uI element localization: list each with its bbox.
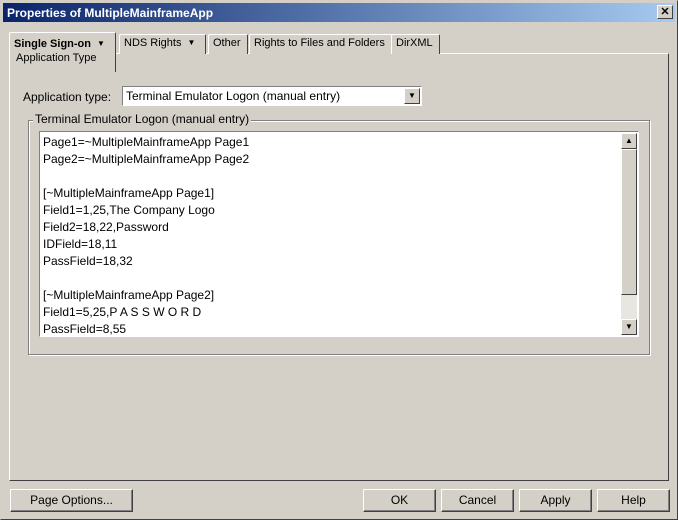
tab-dirxml[interactable]: DirXML	[391, 34, 440, 54]
script-line: Page1=~MultipleMainframeApp Page1	[43, 135, 250, 149]
scroll-up-icon[interactable]: ▲	[621, 133, 637, 149]
subtab-application-type[interactable]: Application Type	[14, 52, 111, 64]
logon-script-textarea[interactable]: Page1=~MultipleMainframeApp Page1 Page2=…	[39, 131, 639, 337]
groupbox-title: Terminal Emulator Logon (manual entry)	[33, 112, 252, 126]
script-line	[43, 168, 249, 185]
script-line: [~MultipleMainframeApp Page1]	[43, 186, 215, 200]
cancel-button[interactable]: Cancel	[441, 489, 514, 512]
tab-label: Single Sign-on	[14, 38, 91, 50]
tab-label: NDS Rights	[124, 37, 182, 49]
apply-button[interactable]: Apply	[519, 489, 592, 512]
dropdown-arrow-icon[interactable]: ▼	[404, 88, 420, 104]
script-line: [~MultipleMainframeApp Page2]	[43, 288, 215, 302]
page-options-button[interactable]: Page Options...	[10, 489, 133, 512]
script-lines: Page1=~MultipleMainframeApp Page1 Page2=…	[43, 134, 250, 336]
tab-single-sign-on[interactable]: Single Sign-on ▼ Application Type	[9, 32, 116, 72]
script-line: Page2=~MultipleMainframeApp Page2	[43, 152, 250, 166]
tab-nds-rights[interactable]: NDS Rights ▼	[119, 34, 206, 54]
tab-label: Rights to Files and Folders	[254, 37, 385, 49]
chevron-down-icon[interactable]: ▼	[97, 39, 105, 48]
help-button[interactable]: Help	[597, 489, 670, 512]
script-line: Field1=5,25,P A S S W O R D	[43, 305, 202, 319]
script-line: IDField=18,11	[43, 237, 118, 251]
script-line	[43, 270, 249, 287]
tab-label: DirXML	[396, 37, 433, 49]
chevron-down-icon[interactable]: ▼	[187, 38, 195, 47]
close-button[interactable]: ✕	[657, 5, 673, 19]
application-type-select[interactable]: Terminal Emulator Logon (manual entry) ▼	[122, 86, 422, 106]
script-line: PassField=8,55	[43, 322, 127, 336]
window-title: Properties of MultipleMainframeApp	[7, 6, 214, 20]
script-line: Field2=18,22,Password	[43, 220, 169, 234]
title-bar[interactable]: Properties of MultipleMainframeApp ✕	[3, 3, 675, 22]
scroll-down-icon[interactable]: ▼	[621, 319, 637, 335]
scrollbar-thumb[interactable]	[621, 149, 637, 295]
tab-rights-to-files-and-folders[interactable]: Rights to Files and Folders	[249, 34, 393, 54]
vertical-scrollbar[interactable]: ▲ ▼	[621, 133, 637, 335]
tab-other[interactable]: Other	[208, 34, 248, 54]
application-type-value: Terminal Emulator Logon (manual entry)	[126, 89, 341, 103]
script-line: PassField=18,32	[43, 254, 133, 268]
tab-label: Other	[213, 37, 241, 49]
ok-button[interactable]: OK	[363, 489, 436, 512]
application-type-label: Application type:	[23, 90, 112, 104]
properties-window: Properties of MultipleMainframeApp ✕ Sin…	[0, 0, 678, 520]
script-line: Field1=1,25,The Company Logo	[43, 203, 215, 217]
